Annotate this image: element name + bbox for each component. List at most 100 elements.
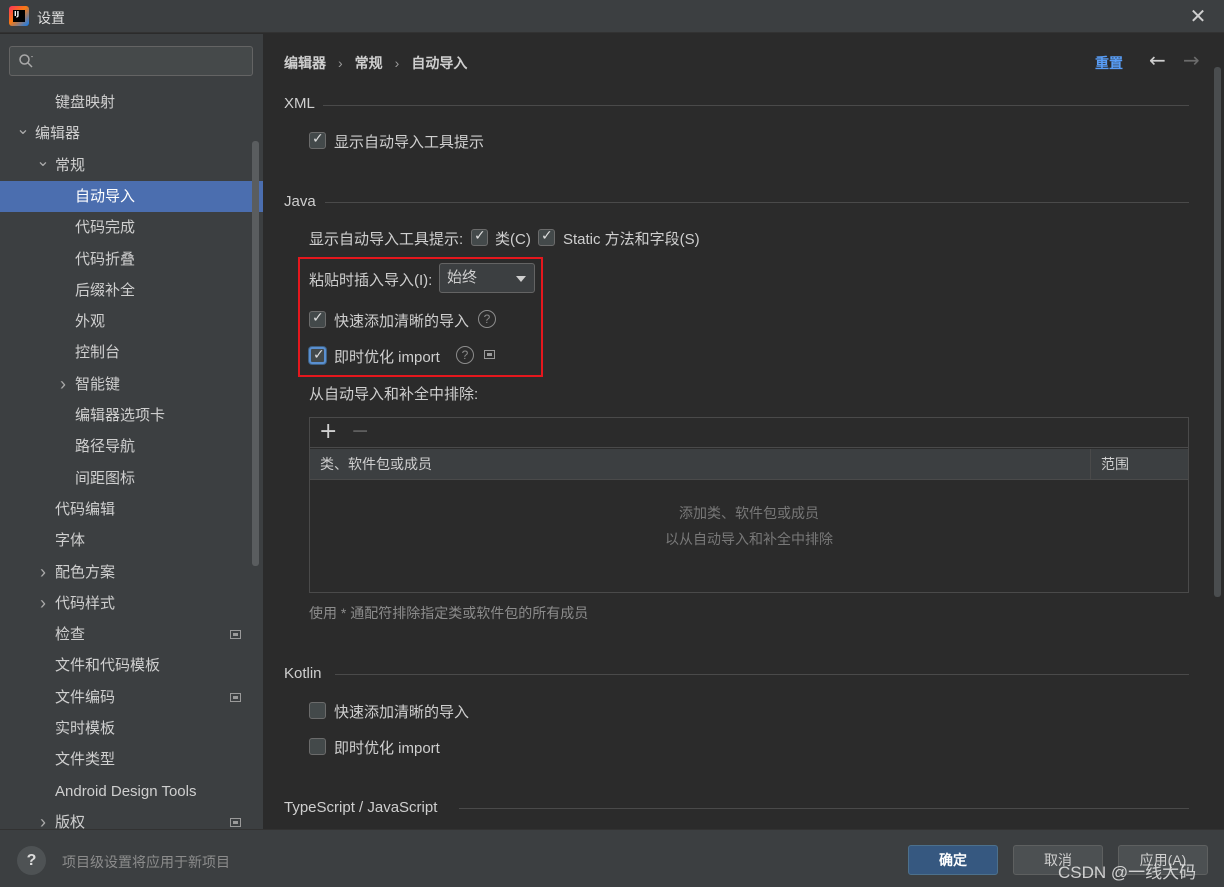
reset-link[interactable]: 重置 [1095, 53, 1123, 73]
section-divider [325, 202, 1189, 203]
sidebar-item-label: 控制台 [75, 344, 121, 361]
arrow-right-icon[interactable]: → [1183, 48, 1200, 72]
breadcrumb-item[interactable]: 常规 [355, 55, 383, 71]
section-title-typescript: TypeScript / JavaScript [284, 799, 438, 816]
sidebar-item[interactable]: 文件编码 [0, 682, 263, 713]
sidebar-item[interactable]: 路径导航 [0, 431, 263, 462]
sidebar-item[interactable]: ⌄ 编辑器 [0, 118, 263, 149]
empty-state-line: 添加类、软件包或成员 [679, 505, 819, 521]
sidebar-item[interactable]: › 代码样式 [0, 588, 263, 619]
content-scrollbar[interactable] [1214, 67, 1221, 597]
sidebar-item-label: 编辑器选项卡 [75, 407, 166, 424]
window-title: 设置 [37, 10, 65, 26]
sidebar-item-label: 代码完成 [75, 219, 136, 236]
sidebar-item[interactable]: 代码编辑 [0, 494, 263, 525]
sidebar-item[interactable]: 外观 [0, 306, 263, 337]
sidebar-item[interactable]: 文件和代码模板 [0, 650, 263, 681]
sidebar-item[interactable]: 控制台 [0, 337, 263, 368]
breadcrumb-item[interactable]: 编辑器 [284, 55, 326, 71]
sidebar-item-label: 实时模板 [55, 720, 116, 737]
sidebar-item[interactable]: 代码完成 [0, 212, 263, 243]
sidebar-item[interactable]: Android Design Tools [0, 776, 263, 807]
sidebar-item[interactable]: 自动导入 [0, 181, 263, 212]
section-divider [323, 105, 1189, 106]
help-button[interactable]: ? [17, 846, 46, 875]
sidebar-item[interactable]: ⌄ 常规 [0, 150, 263, 181]
sidebar-item-label: 智能键 [75, 376, 121, 393]
project-level-icon [230, 693, 241, 702]
checkbox[interactable] [309, 131, 326, 149]
section-title-xml: XML [284, 95, 315, 112]
intellij-logo-icon: IJ [9, 6, 29, 26]
sidebar-item-label: 文件编码 [55, 689, 116, 706]
sidebar-item-label: 文件和代码模板 [55, 657, 161, 674]
exclude-label: 从自动导入和补全中排除: [309, 386, 479, 403]
sidebar-item[interactable]: 实时模板 [0, 713, 263, 744]
sidebar-item[interactable]: › 智能键 [0, 369, 263, 400]
static-checkbox[interactable] [538, 228, 555, 246]
sidebar-item-label: 版权 [55, 814, 86, 829]
checkbox[interactable] [309, 702, 326, 719]
sidebar-item-label: 外观 [75, 313, 106, 330]
breadcrumb-item: 自动导入 [411, 55, 468, 71]
sidebar-item[interactable]: › 配色方案 [0, 557, 263, 588]
settings-content: 编辑器 › 常规 › 自动导入 重置 ← → XML 显示自动导入工具提示 Java 显… [263, 34, 1224, 829]
close-icon[interactable]: ✕ [1186, 4, 1210, 28]
class-checkbox[interactable] [471, 228, 488, 246]
sidebar-item[interactable]: 间距图标 [0, 463, 263, 494]
checkbox-label: 显示自动导入工具提示 [334, 134, 485, 151]
sidebar-item-label: 配色方案 [55, 564, 116, 581]
column-header-scope[interactable]: 范围 [1090, 449, 1188, 480]
chevron-down-icon[interactable]: ⌄ [36, 146, 50, 177]
settings-sidebar: 键盘映射 ⌄ 编辑器 ⌄ 常规 自动导入 代码完成 代码折叠 后缀补全 外观 控制台 › 智能键 编辑器选… [0, 34, 263, 829]
sidebar-item[interactable]: › 版权 [0, 807, 263, 829]
sidebar-item[interactable]: 字体 [0, 525, 263, 556]
checkbox[interactable] [309, 738, 326, 755]
sidebar-scrollbar[interactable] [252, 141, 259, 566]
java-show-tooltip-label: 显示自动导入工具提示: [309, 231, 464, 248]
section-divider [335, 674, 1189, 675]
sidebar-item-label: 后缀补全 [75, 282, 136, 299]
footer-note: 项目级设置将应用于新项目 [62, 854, 230, 870]
breadcrumb-separator: › [338, 55, 343, 71]
chevron-right-icon[interactable]: › [36, 807, 50, 829]
title-bar: IJ 设置 ✕ [0, 0, 1224, 33]
empty-state-line: 以从自动导入和补全中排除 [665, 531, 833, 547]
sidebar-item-label: 编辑器 [35, 125, 81, 142]
add-icon[interactable]: + [319, 419, 337, 444]
sidebar-item[interactable]: 键盘映射 [0, 87, 263, 118]
project-level-icon [230, 818, 241, 827]
checkbox-label: 快速添加清晰的导入 [334, 704, 470, 721]
breadcrumb: 编辑器 › 常规 › 自动导入 [284, 53, 467, 73]
chevron-right-icon[interactable]: › [36, 557, 50, 588]
search-input[interactable] [9, 46, 253, 76]
exclude-table: + − 类、软件包或成员 范围 添加类、软件包或成员 以从自动导入和补全中排除 [309, 417, 1189, 593]
sidebar-item-label: 代码折叠 [75, 251, 136, 268]
sidebar-item-label: 路径导航 [75, 438, 136, 455]
sidebar-item-label: 自动导入 [75, 188, 136, 205]
sidebar-item-label: 文件类型 [55, 751, 116, 768]
chevron-down-icon[interactable]: ⌄ [16, 114, 30, 145]
sidebar-item[interactable]: 编辑器选项卡 [0, 400, 263, 431]
checkbox-label: 即时优化 import [334, 740, 440, 757]
remove-icon[interactable]: − [351, 419, 369, 444]
sidebar-item-label: Android Design Tools [55, 783, 197, 800]
sidebar-item-label: 间距图标 [75, 470, 136, 487]
static-checkbox-label[interactable]: Static 方法和字段(S) [563, 228, 700, 249]
wildcard-hint: 使用 * 通配符排除指定类或软件包的所有成员 [309, 605, 589, 621]
class-checkbox-label[interactable]: 类(C) [495, 228, 531, 249]
chevron-right-icon[interactable]: › [36, 588, 50, 619]
sidebar-item-label: 代码编辑 [55, 501, 116, 518]
sidebar-item[interactable]: 文件类型 [0, 744, 263, 775]
project-level-icon [230, 630, 241, 639]
sidebar-item[interactable]: 后缀补全 [0, 275, 263, 306]
sidebar-item[interactable]: 代码折叠 [0, 244, 263, 275]
sidebar-item[interactable]: 检查 [0, 619, 263, 650]
sidebar-item-label: 键盘映射 [55, 94, 116, 111]
arrow-left-icon[interactable]: ← [1149, 48, 1166, 72]
chevron-right-icon[interactable]: › [56, 369, 70, 400]
watermark-text: CSDN @一线大码 [1058, 863, 1197, 882]
sidebar-item-label: 代码样式 [55, 595, 116, 612]
ok-button[interactable]: 确定 [908, 845, 998, 875]
column-header-member[interactable]: 类、软件包或成员 [310, 449, 1090, 480]
